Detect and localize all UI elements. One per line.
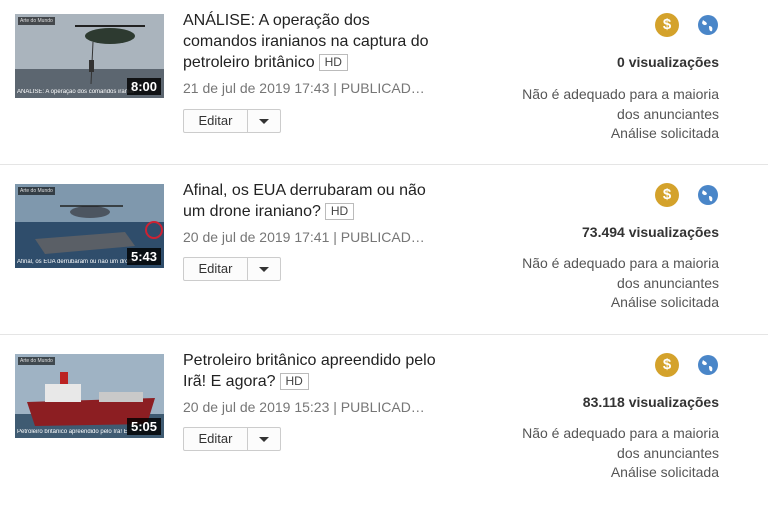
globe-icon[interactable]: [697, 14, 719, 36]
globe-icon[interactable]: [697, 184, 719, 206]
row-divider: [0, 334, 768, 335]
video-title[interactable]: Petroleiro britânico apreendido pelo Irã…: [183, 350, 445, 392]
hd-badge: HD: [279, 373, 309, 390]
edit-dropdown[interactable]: Editar: [183, 427, 281, 451]
edit-button[interactable]: Editar: [184, 258, 247, 280]
ad-status-line: dos anunciantes: [617, 105, 719, 122]
monetization-status: Não é adequado para a maioria dos anunci…: [489, 85, 719, 144]
ad-status-line: Não é adequado para a maioria: [522, 255, 719, 271]
thumbnail-caption: ANÁLISE: A operação dos comandos iranian…: [17, 89, 135, 95]
video-row: Arte do Mundo Petroleiro britânico apree…: [0, 340, 768, 510]
chevron-down-icon[interactable]: [247, 110, 281, 132]
publish-date: 21 de jul de 2019 17:43: [183, 80, 330, 96]
dollar-icon[interactable]: $: [655, 353, 679, 377]
publish-info: 20 de jul de 2019 17:41 | PUBLICAD…: [183, 229, 425, 245]
chevron-down-icon[interactable]: [247, 258, 281, 280]
video-thumbnail[interactable]: Arte do Mundo Petroleiro britânico apree…: [15, 354, 164, 438]
globe-icon[interactable]: [697, 354, 719, 376]
view-count: 0 visualizações: [617, 54, 719, 70]
publish-date: 20 de jul de 2019 15:23: [183, 399, 330, 415]
video-row: Arte do Mundo Afinal, os EUA derrubaram …: [0, 170, 768, 340]
ad-status-line: dos anunciantes: [617, 444, 719, 461]
publish-info: 21 de jul de 2019 17:43 | PUBLICAD…: [183, 80, 425, 96]
video-row: Arte do Mundo ANÁLISE: A operação dos co…: [0, 0, 768, 170]
row-divider: [0, 164, 768, 165]
channel-tag: Arte do Mundo: [18, 357, 55, 365]
ad-status-line: dos anunciantes: [617, 274, 719, 291]
video-thumbnail[interactable]: Arte do Mundo ANÁLISE: A operação dos co…: [15, 14, 164, 98]
video-duration: 8:00: [126, 78, 161, 95]
dollar-icon[interactable]: $: [655, 183, 679, 207]
ad-status-line: Não é adequado para a maioria: [522, 425, 719, 441]
publish-info: 20 de jul de 2019 15:23 | PUBLICAD…: [183, 399, 425, 415]
review-status: Análise solicitada: [610, 125, 719, 141]
publish-status: PUBLICAD…: [340, 80, 425, 96]
monetization-status: Não é adequado para a maioria dos anunci…: [489, 254, 719, 313]
video-duration: 5:05: [126, 418, 161, 435]
publish-status: PUBLICAD…: [340, 229, 425, 245]
channel-tag: Arte do Mundo: [18, 187, 55, 195]
edit-button[interactable]: Editar: [184, 428, 247, 450]
edit-button[interactable]: Editar: [184, 110, 247, 132]
thumbnail-caption: Petroleiro britânico apreendido pelo Irã…: [17, 429, 128, 435]
view-count: 73.494 visualizações: [582, 224, 719, 240]
edit-dropdown[interactable]: Editar: [183, 109, 281, 133]
video-title-text[interactable]: Petroleiro britânico apreendido pelo Irã…: [183, 352, 436, 390]
review-status: Análise solicitada: [610, 464, 719, 480]
ad-status-line: Não é adequado para a maioria: [522, 86, 719, 102]
video-duration: 5:43: [126, 248, 161, 265]
video-thumbnail[interactable]: Arte do Mundo Afinal, os EUA derrubaram …: [15, 184, 164, 268]
edit-dropdown[interactable]: Editar: [183, 257, 281, 281]
review-status: Análise solicitada: [610, 294, 719, 310]
hd-badge: HD: [318, 54, 348, 71]
hd-badge: HD: [324, 203, 355, 220]
video-title[interactable]: Afinal, os EUA derrubaram ou não um dron…: [183, 180, 445, 222]
channel-tag: Arte do Mundo: [18, 17, 55, 25]
publish-status: PUBLICAD…: [340, 399, 425, 415]
dollar-icon[interactable]: $: [655, 13, 679, 37]
chevron-down-icon[interactable]: [247, 428, 281, 450]
monetization-status: Não é adequado para a maioria dos anunci…: [489, 424, 719, 483]
publish-date: 20 de jul de 2019 17:41: [183, 229, 330, 245]
video-title-text[interactable]: Afinal, os EUA derrubaram ou não um dron…: [183, 182, 426, 220]
thumbnail-caption: Afinal, os EUA derrubaram ou não um dron…: [17, 259, 135, 265]
view-count: 83.118 visualizações: [582, 394, 719, 410]
video-title-text[interactable]: ANÁLISE: A operação dos comandos iranian…: [183, 12, 429, 71]
video-title[interactable]: ANÁLISE: A operação dos comandos iranian…: [183, 10, 445, 73]
